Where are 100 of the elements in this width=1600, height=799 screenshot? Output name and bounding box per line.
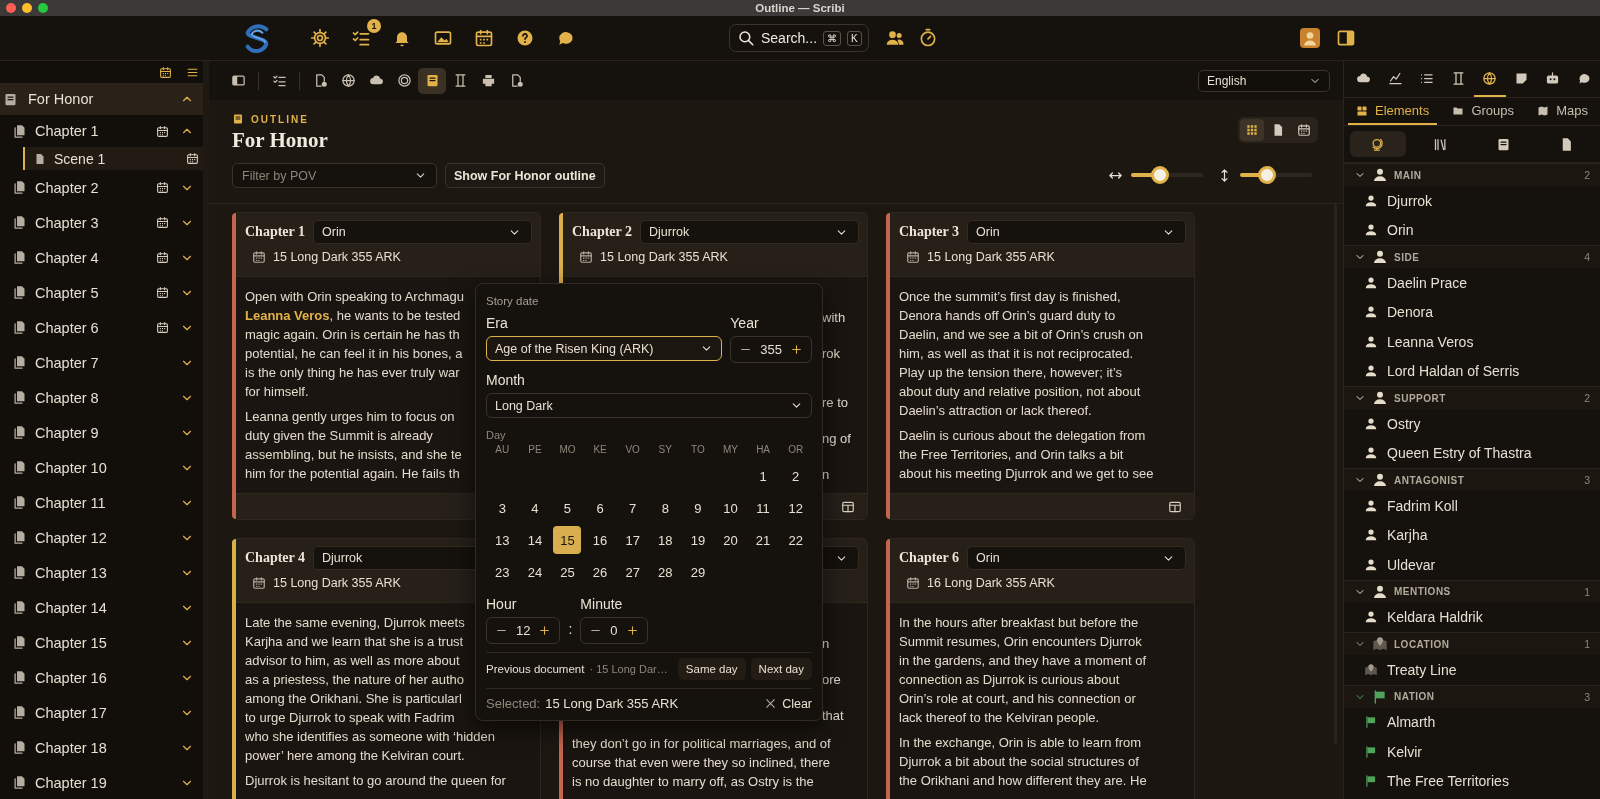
- day-button[interactable]: 15: [553, 526, 582, 554]
- pov-select[interactable]: Djurrok: [640, 220, 859, 244]
- element-item[interactable]: Ostry: [1344, 409, 1600, 439]
- height-slider[interactable]: [1240, 166, 1312, 184]
- calendar-icon[interactable]: [159, 65, 172, 79]
- element-item[interactable]: Leanna Veros: [1344, 327, 1600, 357]
- day-button[interactable]: 29: [683, 558, 712, 586]
- tree-item[interactable]: Chapter 2: [0, 170, 203, 205]
- calendar-icon[interactable]: [156, 181, 169, 194]
- tree-item[interactable]: Chapter 3: [0, 205, 203, 240]
- tree-item[interactable]: Chapter 16: [0, 660, 203, 695]
- picture-icon[interactable]: [433, 28, 453, 48]
- element-item[interactable]: Kelvir: [1344, 737, 1600, 767]
- filter-button[interactable]: [1350, 131, 1406, 157]
- tree-item[interactable]: Chapter 7: [0, 345, 203, 380]
- tree-item[interactable]: Chapter 18: [0, 730, 203, 765]
- day-button[interactable]: 8: [651, 494, 680, 522]
- help-icon[interactable]: [515, 28, 535, 48]
- slider-thumb[interactable]: [1257, 166, 1276, 184]
- month-select[interactable]: Long Dark: [486, 393, 812, 418]
- day-button[interactable]: 28: [651, 558, 680, 586]
- calendar-icon[interactable]: [186, 152, 199, 165]
- timer-icon[interactable]: [918, 28, 938, 48]
- slider-thumb[interactable]: [1150, 166, 1169, 184]
- day-button[interactable]: 9: [683, 494, 712, 522]
- element-item[interactable]: Denora: [1344, 297, 1600, 327]
- number-stepper[interactable]: 12: [486, 617, 561, 644]
- calendar-icon[interactable]: [156, 321, 169, 334]
- toolbar-button[interactable]: [418, 67, 446, 94]
- tree-item[interactable]: Chapter 9: [0, 415, 203, 450]
- element-item[interactable]: Djurrok: [1344, 186, 1600, 216]
- date-shortcut-button[interactable]: Next day: [750, 658, 812, 680]
- day-button[interactable]: 12: [781, 494, 810, 522]
- day-button[interactable]: 17: [618, 526, 647, 554]
- view-button[interactable]: [1240, 119, 1264, 141]
- day-button[interactable]: 4: [520, 494, 549, 522]
- day-button[interactable]: 11: [749, 494, 778, 522]
- day-button[interactable]: 7: [618, 494, 647, 522]
- tree-item[interactable]: Scene 1: [23, 147, 203, 170]
- tree-item[interactable]: Chapter 10: [0, 450, 203, 485]
- element-item[interactable]: Karjha: [1344, 520, 1600, 550]
- language-select[interactable]: English: [1198, 69, 1330, 92]
- people-icon[interactable]: [885, 28, 905, 48]
- element-item[interactable]: Queen Estry of Thastra: [1344, 438, 1600, 468]
- checklist-icon[interactable]: [351, 28, 371, 48]
- day-button[interactable]: 6: [586, 494, 615, 522]
- day-button[interactable]: 16: [586, 526, 615, 554]
- calendar-icon[interactable]: [156, 216, 169, 229]
- calendar-icon[interactable]: [156, 124, 169, 138]
- tree-item[interactable]: Chapter 5: [0, 275, 203, 310]
- element-item[interactable]: Treaty Line: [1344, 655, 1600, 685]
- pov-select[interactable]: Orin: [313, 220, 532, 244]
- tree-item[interactable]: Chapter 11: [0, 485, 203, 520]
- search-button[interactable]: Search... ⌘ K: [729, 24, 869, 52]
- day-button[interactable]: 20: [716, 526, 745, 554]
- number-stepper[interactable]: 355: [730, 336, 812, 363]
- element-item[interactable]: Uldevar: [1344, 550, 1600, 580]
- tree-item[interactable]: Chapter 15: [0, 625, 203, 660]
- day-button[interactable]: 3: [488, 494, 517, 522]
- tab[interactable]: Maps: [1529, 98, 1596, 125]
- close-button[interactable]: [6, 3, 16, 13]
- plus-icon[interactable]: [538, 624, 552, 637]
- group-header[interactable]: MENTIONS 1: [1344, 579, 1600, 603]
- tree-item[interactable]: Chapter 19: [0, 765, 203, 799]
- pov-filter-select[interactable]: Filter by POV: [232, 163, 437, 188]
- tree-item[interactable]: Chapter 6: [0, 310, 203, 345]
- layout-icon[interactable]: [841, 499, 855, 514]
- day-button[interactable]: 2: [781, 462, 810, 490]
- day-button[interactable]: 10: [716, 494, 745, 522]
- group-header[interactable]: SUPPORT 2: [1344, 386, 1600, 409]
- tab[interactable]: Groups: [1444, 98, 1522, 125]
- element-item[interactable]: Lord Haldan of Serris: [1344, 356, 1600, 386]
- element-item[interactable]: Orin: [1344, 215, 1600, 245]
- tree-item[interactable]: Chapter 1: [0, 115, 203, 147]
- minimize-button[interactable]: [22, 3, 32, 13]
- calendar-icon[interactable]: [156, 251, 169, 264]
- calendar-icon[interactable]: [474, 28, 494, 48]
- element-item[interactable]: Fadrim Koll: [1344, 491, 1600, 521]
- day-button[interactable]: 1: [749, 462, 778, 490]
- plus-icon[interactable]: [625, 624, 639, 637]
- pov-select[interactable]: Orin: [967, 220, 1186, 244]
- tree-item[interactable]: For Honor: [0, 83, 203, 115]
- zoom-button[interactable]: [38, 3, 48, 13]
- group-header[interactable]: LOCATION 1: [1344, 632, 1600, 655]
- day-button[interactable]: 5: [553, 494, 582, 522]
- day-button[interactable]: 22: [781, 526, 810, 554]
- day-button[interactable]: 26: [586, 558, 615, 586]
- layout-icon[interactable]: [1168, 499, 1182, 514]
- element-item[interactable]: The Free Territories: [1344, 766, 1600, 796]
- tree-item[interactable]: Chapter 13: [0, 555, 203, 590]
- show-outline-button[interactable]: Show For Honor outline: [445, 163, 605, 188]
- day-button[interactable]: 19: [683, 526, 712, 554]
- day-button[interactable]: 21: [749, 526, 778, 554]
- tree-item[interactable]: Chapter 4: [0, 240, 203, 275]
- group-header[interactable]: MAIN 2: [1344, 163, 1600, 186]
- group-header[interactable]: SIDE 4: [1344, 245, 1600, 268]
- day-button[interactable]: 27: [618, 558, 647, 586]
- tree-item[interactable]: Chapter 17: [0, 695, 203, 730]
- panel-icon[interactable]: [1336, 28, 1356, 48]
- date-shortcut-button[interactable]: Same day: [677, 658, 746, 680]
